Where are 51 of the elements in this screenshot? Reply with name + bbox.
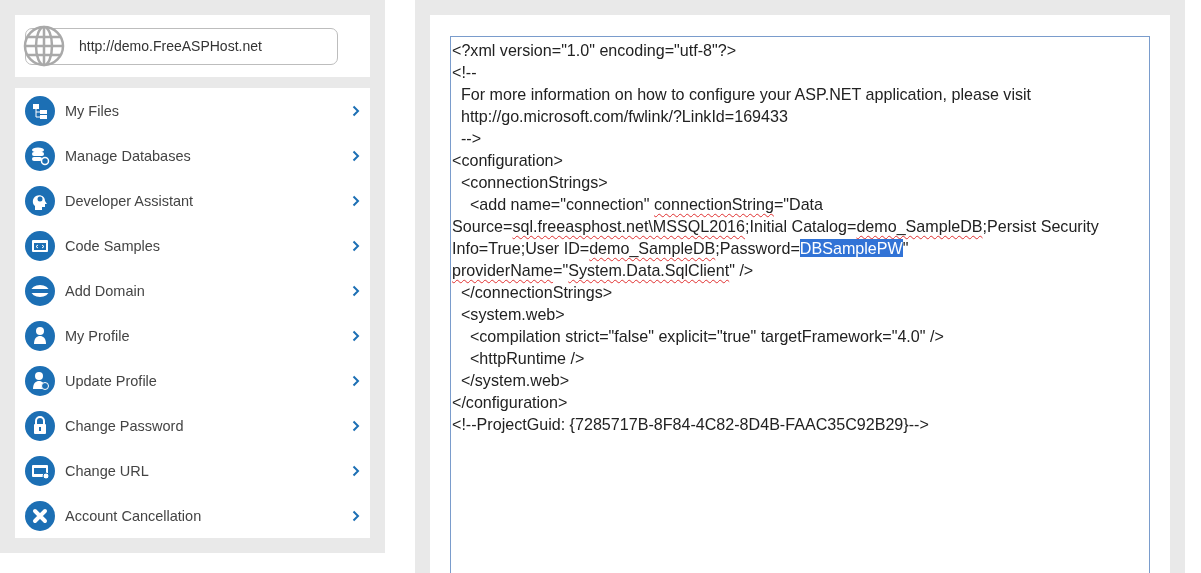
menu-icon xyxy=(25,410,55,441)
chevron-right-icon xyxy=(352,419,360,432)
code-line: For more information on how to configure your ASP.NET application, please visit xyxy=(459,84,1033,105)
menu-icon xyxy=(25,185,55,216)
code-line: <compilation strict="false" explicit="true" targetFramework="4.0" /> xyxy=(468,326,945,347)
site-url-field[interactable]: http://demo.FreeASPHost.net xyxy=(25,27,338,65)
code-line: <add name="connection" connectionString="Data xyxy=(468,194,824,215)
code-line: <httpRuntime /> xyxy=(468,348,586,369)
menu-item[interactable]: My Profile xyxy=(15,313,370,358)
menu-item[interactable]: Change URL xyxy=(15,448,370,493)
code-editor[interactable] xyxy=(450,36,1150,573)
chevron-right-icon xyxy=(352,194,360,207)
chevron-right-icon xyxy=(352,464,360,477)
menu-item[interactable]: My Files xyxy=(15,88,370,133)
code-line: <configuration> xyxy=(452,150,564,171)
menu-icon xyxy=(25,365,55,396)
code-line: </configuration> xyxy=(452,392,569,413)
chevron-right-icon xyxy=(352,149,360,162)
chevron-right-icon xyxy=(352,374,360,387)
menu-icon xyxy=(25,275,55,306)
menu-item[interactable]: Change Password xyxy=(15,403,370,448)
code-line: --> xyxy=(459,128,483,149)
menu-item[interactable]: Account Cancellation xyxy=(15,493,370,538)
code-line: <system.web> xyxy=(459,304,566,325)
code-line: </connectionStrings> xyxy=(459,282,614,303)
code-line: <connectionStrings> xyxy=(459,172,609,193)
menu-icon xyxy=(25,320,55,351)
code-line: <!-- xyxy=(452,62,478,83)
menu-icon xyxy=(25,455,55,486)
menu-item[interactable]: Add Domain xyxy=(15,268,370,313)
menu-icon xyxy=(25,95,55,126)
chevron-right-icon xyxy=(352,284,360,297)
code-line: Info=True;User ID=demo_SampleDB;Password=DBSamplePW" xyxy=(452,238,910,259)
code-line: <!--ProjectGuid: {7285717B-8F84-4C82-8D4B-FAAC35C92B29}--> xyxy=(452,414,930,435)
code-line: <?xml version="1.0" encoding="utf-8"?> xyxy=(452,40,738,61)
menu-icon xyxy=(25,230,55,261)
chevron-right-icon xyxy=(352,509,360,522)
code-line: providerName="System.Data.SqlClient" /> xyxy=(452,260,755,281)
menu-item[interactable]: Update Profile xyxy=(15,358,370,403)
chevron-right-icon xyxy=(352,239,360,252)
menu-icon xyxy=(25,140,55,171)
menu-icon xyxy=(25,500,55,531)
chevron-right-icon xyxy=(352,329,360,342)
code-line: </system.web> xyxy=(459,370,571,391)
menu-item[interactable]: Developer Assistant xyxy=(15,178,370,223)
code-line: http://go.microsoft.com/fwlink/?LinkId=169433 xyxy=(459,106,789,127)
menu-item[interactable]: Manage Databases xyxy=(15,133,370,178)
globe-icon xyxy=(23,24,65,67)
chevron-right-icon xyxy=(352,104,360,117)
menu-item[interactable]: Code Samples xyxy=(15,223,370,268)
code-line: Source=sql.freeasphost.net\MSSQL2016;Initial Catalog=demo_SampleDB;Persist Security xyxy=(452,216,1100,237)
